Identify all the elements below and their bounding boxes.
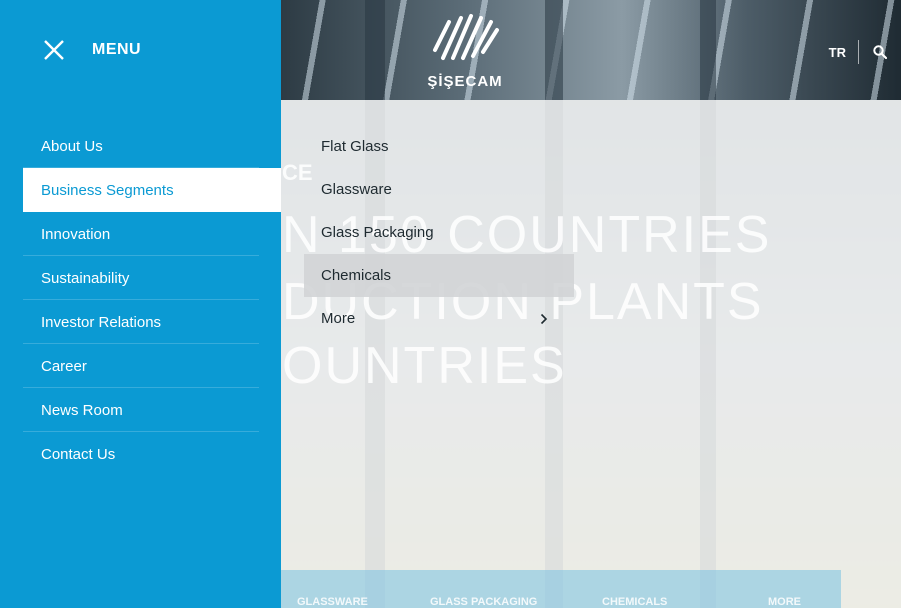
business-segments-submenu: Flat Glass Glassware Glass Packaging Che… — [304, 125, 574, 340]
segment-tab-more[interactable]: MORE — [768, 596, 801, 608]
menu-item-sustainability[interactable]: Sustainability — [23, 256, 281, 300]
menu-header: MENU — [40, 36, 141, 64]
submenu-item-label: More — [321, 310, 356, 327]
menu-item-business-segments[interactable]: Business Segments — [23, 168, 281, 212]
header-utilities: TR — [817, 30, 901, 74]
submenu-item-chemicals[interactable]: Chemicals — [304, 254, 574, 297]
brand-logo[interactable]: ŞİŞECAM — [420, 10, 510, 90]
search-icon — [873, 45, 887, 59]
segment-tab-chemicals[interactable]: CHEMICALS — [602, 596, 667, 608]
sisecam-logo-icon — [433, 14, 499, 60]
submenu-item-label: Chemicals — [321, 267, 392, 284]
menu-item-about-us[interactable]: About Us — [23, 124, 281, 168]
menu-item-news-room[interactable]: News Room — [23, 388, 281, 432]
close-menu-button[interactable] — [40, 36, 68, 64]
submenu-item-label: Glass Packaging — [321, 224, 434, 241]
menu-item-innovation[interactable]: Innovation — [23, 212, 281, 256]
menu-item-career[interactable]: Career — [23, 344, 281, 388]
submenu-item-glassware[interactable]: Glassware — [304, 168, 574, 211]
submenu-item-flat-glass[interactable]: Flat Glass — [304, 125, 574, 168]
brand-name: ŞİŞECAM — [427, 73, 503, 90]
segment-tab-glass-packaging[interactable]: GLASS PACKAGING — [430, 596, 537, 608]
main-menu-list: About Us Business Segments Innovation Su… — [23, 124, 281, 476]
close-icon — [44, 40, 64, 60]
submenu-item-label: Glassware — [321, 181, 392, 198]
search-button[interactable] — [859, 30, 901, 74]
menu-item-contact-us[interactable]: Contact Us — [23, 432, 281, 476]
language-switch[interactable]: TR — [817, 45, 858, 60]
segment-tab-glassware[interactable]: GLASSWARE — [297, 596, 368, 608]
submenu-item-more[interactable]: More — [304, 297, 574, 340]
submenu-item-glass-packaging[interactable]: Glass Packaging — [304, 211, 574, 254]
side-menu: MENU About Us Business Segments Innovati… — [0, 0, 281, 608]
chevron-right-icon — [540, 313, 550, 325]
menu-item-investor-relations[interactable]: Investor Relations — [23, 300, 281, 344]
submenu-item-label: Flat Glass — [321, 138, 389, 155]
hero-headline-line3: OUNTRIES — [282, 337, 567, 395]
menu-title: MENU — [92, 41, 142, 58]
